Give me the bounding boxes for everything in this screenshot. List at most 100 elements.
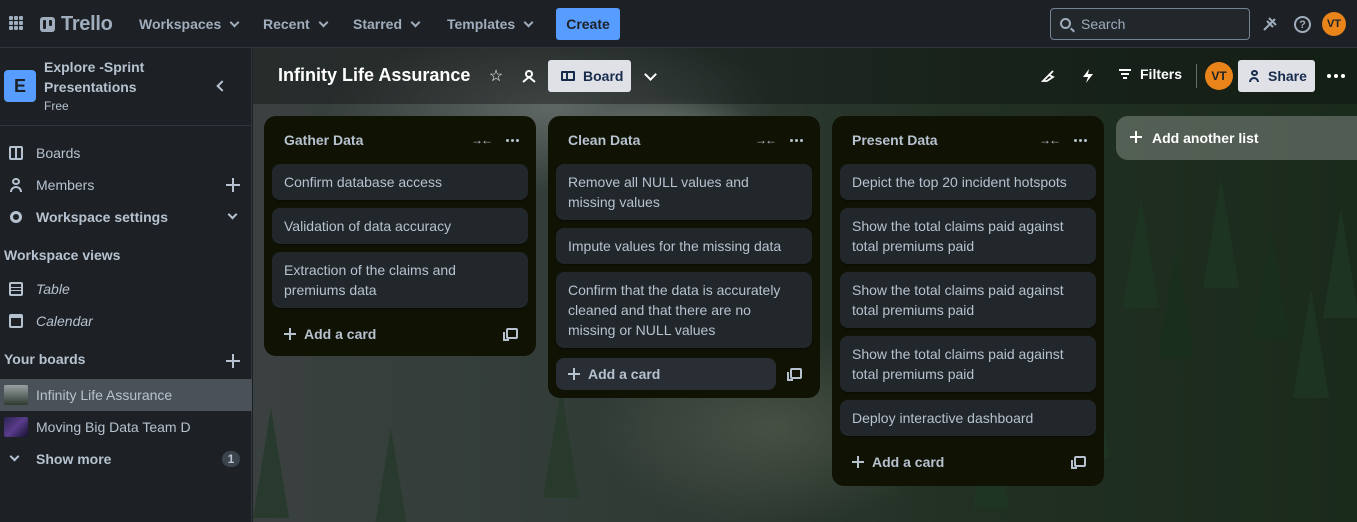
card[interactable]: Remove all NULL values and missing value… xyxy=(556,164,812,220)
list-gather-data[interactable]: Gather Data →← Confirm database access V… xyxy=(264,116,536,356)
add-card-label: Add a card xyxy=(304,326,377,342)
logo-text: Trello xyxy=(61,13,113,35)
power-ups-icon[interactable] xyxy=(1038,66,1058,86)
star-icon[interactable]: ☆ xyxy=(486,66,506,86)
board-view-button[interactable]: Board xyxy=(548,60,631,92)
filters-button[interactable]: Filters xyxy=(1119,66,1182,82)
add-card-button[interactable]: Add a card xyxy=(272,318,492,350)
list-clean-data[interactable]: Clean Data →← Remove all NULL values and… xyxy=(548,116,820,398)
chevron-down-icon xyxy=(229,17,240,27)
board-view-label: Board xyxy=(583,68,624,84)
search-input[interactable]: Search xyxy=(1050,8,1250,40)
list-menu-icon[interactable] xyxy=(1074,139,1087,142)
collapse-list-icon[interactable]: →← xyxy=(755,133,777,147)
recent-menu[interactable]: Recent xyxy=(263,12,329,36)
board-menu-icon[interactable] xyxy=(1327,74,1345,78)
automation-icon[interactable] xyxy=(1078,66,1098,86)
card[interactable]: Extraction of the claims and premiums da… xyxy=(272,252,528,308)
plus-icon xyxy=(568,368,580,380)
sidebar-item-boards[interactable]: Boards xyxy=(0,137,252,169)
share-label: Share xyxy=(1268,68,1307,84)
list-title[interactable]: Gather Data xyxy=(284,132,363,148)
divider xyxy=(1196,64,1197,88)
card[interactable]: Depict the top 20 incident hotspots xyxy=(840,164,1096,200)
chevron-down-icon xyxy=(523,17,534,27)
gear-icon xyxy=(10,211,22,223)
add-another-list-button[interactable]: Add another list xyxy=(1116,116,1357,160)
trello-logo[interactable]: Trello xyxy=(40,13,113,36)
notifications-icon[interactable] xyxy=(1260,14,1280,34)
add-member-icon[interactable] xyxy=(226,178,240,192)
plus-icon xyxy=(284,328,296,340)
starred-menu-label: Starred xyxy=(353,16,403,32)
card[interactable]: Show the total claims paid against total… xyxy=(840,272,1096,328)
starred-menu[interactable]: Starred xyxy=(353,12,421,36)
background-tree xyxy=(1123,198,1159,308)
avatar[interactable]: VT xyxy=(1322,12,1346,36)
collapse-list-icon[interactable]: →← xyxy=(471,133,493,147)
sidebar-board-moving-big-data-team-d[interactable]: Moving Big Data Team D xyxy=(0,411,252,443)
chevron-down-icon[interactable] xyxy=(644,68,657,81)
add-card-button[interactable]: Add a card xyxy=(840,446,1060,478)
list-menu-icon[interactable] xyxy=(790,139,803,142)
trello-logo-icon xyxy=(40,17,55,32)
workspaces-menu-label: Workspaces xyxy=(139,16,222,32)
background-tree xyxy=(373,428,409,522)
card[interactable]: Confirm that the data is accurately clea… xyxy=(556,272,812,348)
collapse-sidebar-icon[interactable] xyxy=(216,80,228,92)
workspace-visibility-icon[interactable] xyxy=(519,66,539,86)
background-tree xyxy=(1158,248,1194,358)
table-icon xyxy=(9,282,23,296)
show-more-label: Show more xyxy=(36,451,112,467)
workspaces-menu[interactable]: Workspaces xyxy=(139,12,240,36)
background-tree xyxy=(1323,208,1357,318)
sidebar-item-workspace-settings[interactable]: Workspace settings xyxy=(0,201,252,233)
create-from-template-icon[interactable] xyxy=(1071,456,1086,469)
chevron-down-icon[interactable] xyxy=(227,209,238,220)
workspace-logo[interactable]: E xyxy=(4,70,36,102)
chevron-down-icon xyxy=(9,451,20,462)
create-from-template-icon[interactable] xyxy=(787,368,802,381)
add-list-label: Add another list xyxy=(1152,130,1259,146)
list-title[interactable]: Clean Data xyxy=(568,132,640,148)
card[interactable]: Show the total claims paid against total… xyxy=(840,208,1096,264)
recent-menu-label: Recent xyxy=(263,16,310,32)
board-title[interactable]: Infinity Life Assurance xyxy=(278,65,470,86)
templates-menu[interactable]: Templates xyxy=(447,12,534,36)
search-icon xyxy=(1060,18,1071,29)
board-canvas: Infinity Life Assurance ☆ Board Filters … xyxy=(253,48,1357,522)
collapse-list-icon[interactable]: →← xyxy=(1039,133,1061,147)
member-avatar[interactable]: VT xyxy=(1205,62,1233,90)
top-navigation-bar: Trello Workspaces Recent Starred Templat… xyxy=(0,0,1357,48)
workspace-name[interactable]: Explore -Sprint Presentations xyxy=(44,57,184,97)
sidebar-board-infinity-life-assurance[interactable]: Infinity Life Assurance xyxy=(0,379,252,411)
add-card-button[interactable]: Add a card xyxy=(556,358,776,390)
add-board-icon[interactable] xyxy=(226,354,240,368)
sidebar-item-calendar[interactable]: Calendar xyxy=(0,305,252,337)
background-tree xyxy=(1203,178,1239,288)
board-icon xyxy=(9,146,23,160)
sidebar-item-members[interactable]: Members xyxy=(0,169,252,201)
list-menu-icon[interactable] xyxy=(506,139,519,142)
card[interactable]: Show the total claims paid against total… xyxy=(840,336,1096,392)
sidebar-item-label: Members xyxy=(36,177,95,193)
sidebar-item-table[interactable]: Table xyxy=(0,273,252,305)
card[interactable]: Validation of data accuracy xyxy=(272,208,528,244)
create-button[interactable]: Create xyxy=(556,8,620,40)
background-tree xyxy=(543,388,579,498)
filter-icon xyxy=(1119,69,1131,79)
workspace-header: E Explore -Sprint Presentations Free xyxy=(0,48,252,126)
app-switcher-icon[interactable] xyxy=(9,16,23,30)
share-button[interactable]: Share xyxy=(1238,60,1315,92)
plus-icon xyxy=(852,456,864,468)
card[interactable]: Confirm database access xyxy=(272,164,528,200)
list-title[interactable]: Present Data xyxy=(852,132,938,148)
sidebar-item-label: Workspace settings xyxy=(36,209,169,225)
add-person-icon xyxy=(1249,70,1261,82)
show-more-boards[interactable]: Show more 1 xyxy=(0,443,252,475)
list-present-data[interactable]: Present Data →← Depict the top 20 incide… xyxy=(832,116,1104,486)
help-icon[interactable]: ? xyxy=(1294,16,1311,33)
card[interactable]: Deploy interactive dashboard xyxy=(840,400,1096,436)
card[interactable]: Impute values for the missing data xyxy=(556,228,812,264)
create-from-template-icon[interactable] xyxy=(503,328,518,341)
